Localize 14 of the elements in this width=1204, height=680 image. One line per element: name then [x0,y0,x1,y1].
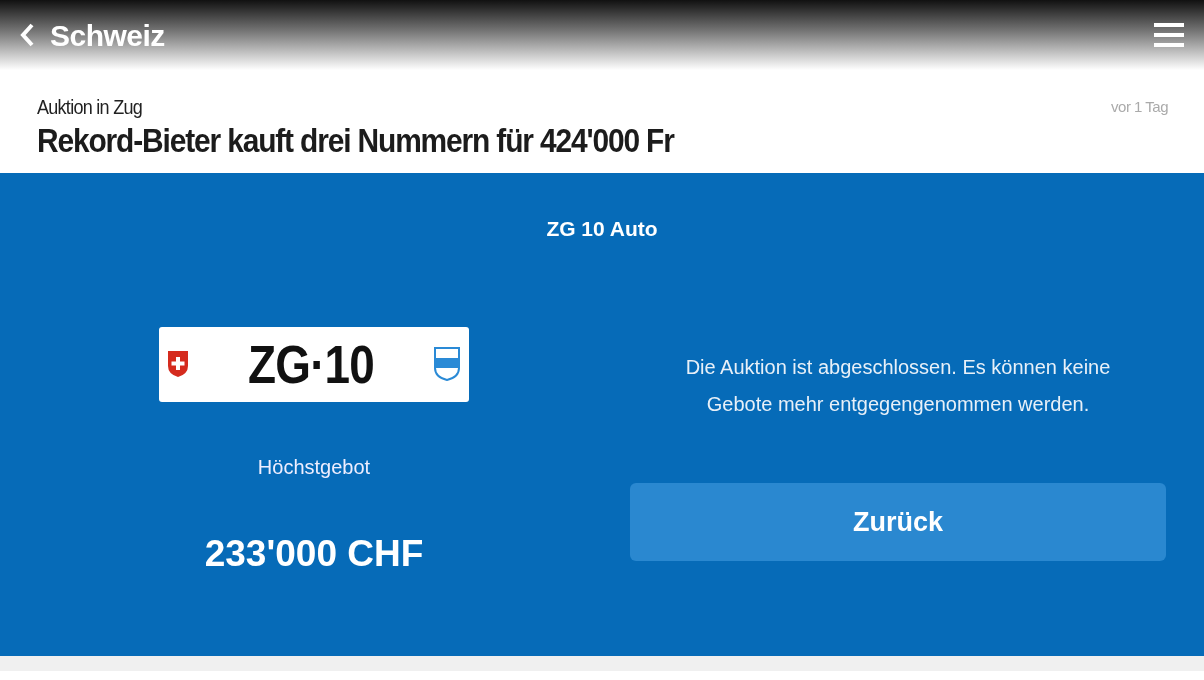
plate-number: ZG·10 [248,332,374,396]
menu-icon[interactable] [1154,23,1184,47]
auction-title: ZG 10 Auto [546,216,658,243]
zug-shield-icon [433,346,461,383]
article-kicker: Auktion in Zug [37,95,142,120]
auction-message: Die Auktion ist abgeschlossen. Es können keine Gebote mehr entgegengenommen werden. [684,354,1112,417]
bid-amount: 233'000 CHF [204,531,424,576]
article-time: vor 1 Tag [1111,96,1168,117]
back-icon[interactable] [20,23,34,47]
swiss-shield-icon [167,350,189,379]
bid-label: Höchstgebot [257,454,371,480]
article-title: Rekord-Bieter kauft drei Nummern für 424'000 Fr [37,122,676,160]
section-title: Schweiz [50,17,165,54]
back-button[interactable]: Zurück [630,482,1166,561]
